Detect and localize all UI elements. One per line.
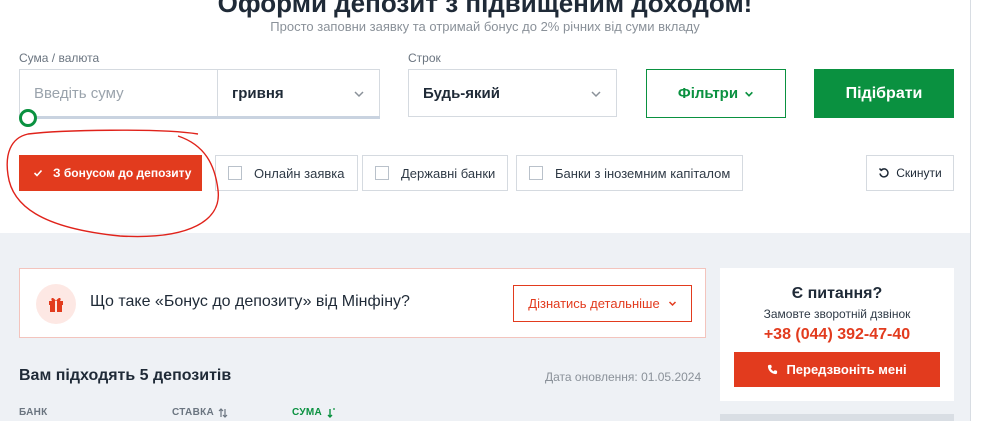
reset-button[interactable]: Скинути: [866, 155, 954, 191]
chevron-down-icon: [354, 91, 364, 98]
sort-icon: [218, 407, 228, 418]
term-value: Будь-який: [423, 84, 500, 102]
callback-button[interactable]: Передзвоніть мені: [734, 352, 940, 387]
column-header-rate[interactable]: СТАВКА: [172, 407, 228, 418]
column-rate-label: СТАВКА: [172, 407, 215, 418]
submit-button[interactable]: Підібрати: [814, 69, 954, 118]
chip-state-label: Державні банки: [401, 165, 496, 181]
scrollbar-gutter: [970, 0, 971, 421]
column-bank-label: БАНК: [19, 407, 48, 418]
updated-date: Дата оновлення: 01.05.2024: [545, 370, 702, 384]
column-header-bank[interactable]: БАНК: [19, 407, 48, 418]
callback-card: Є питання? Замовте зворотній дзвінок +38…: [720, 268, 954, 401]
reset-label: Скинути: [896, 166, 942, 180]
column-amount-label: СУМА: [292, 407, 323, 418]
chevron-down-icon: [591, 91, 601, 98]
amount-input[interactable]: [19, 69, 218, 117]
reset-icon: [879, 167, 889, 178]
hero-title: Оформи депозит з підвищеним доходом!: [217, 0, 753, 18]
callback-phone[interactable]: +38 (044) 392-47-40: [720, 326, 954, 344]
filters-label: Фільтри: [677, 85, 739, 102]
checkbox[interactable]: [375, 166, 389, 180]
term-select[interactable]: Будь-який: [408, 69, 617, 117]
bonus-info-banner: Що таке «Бонус до депозиту» від Мінфіну?…: [19, 268, 706, 338]
hero-subtitle: Просто заповни заявку та отримай бонус д…: [270, 19, 700, 34]
bonus-info-text: Що таке «Бонус до депозиту» від Мінфіну?: [90, 293, 410, 310]
amount-label: Сума / валюта: [19, 51, 100, 65]
learn-more-label: Дізнатись детальніше: [528, 296, 660, 311]
search-panel: Оформи депозит з підвищеним доходом! Про…: [0, 0, 970, 233]
checkbox[interactable]: [529, 166, 543, 180]
chip-online-application[interactable]: Онлайн заявка: [215, 155, 358, 191]
results-title: Вам підходять 5 депозитів: [19, 367, 232, 384]
chip-foreign-label: Банки з іноземним капіталом: [555, 165, 731, 181]
page-background: Оформи депозит з підвищеним доходом! Про…: [0, 0, 970, 421]
check-icon: [33, 169, 43, 177]
learn-more-button[interactable]: Дізнатись детальніше: [513, 285, 692, 322]
gift-badge: [36, 284, 76, 324]
callback-subtitle: Замовте зворотній дзвінок: [763, 307, 911, 321]
callback-button-label: Передзвоніть мені: [786, 362, 907, 377]
term-label: Строк: [408, 51, 441, 65]
chip-bonus-deposit[interactable]: З бонусом до депозиту: [19, 155, 202, 191]
callback-title: Є питання?: [791, 285, 883, 302]
chip-state-banks[interactable]: Державні банки: [362, 155, 509, 191]
next-card-placeholder: [720, 414, 954, 421]
chip-online-label: Онлайн заявка: [254, 165, 345, 181]
chevron-down-icon: [668, 301, 676, 307]
column-header-amount[interactable]: СУМА: [292, 407, 336, 418]
chip-foreign-banks[interactable]: Банки з іноземним капіталом: [516, 155, 744, 191]
checkbox[interactable]: [228, 166, 242, 180]
chevron-down-icon: [745, 91, 753, 97]
sort-desc-icon: [327, 407, 336, 418]
currency-value: гривня: [232, 84, 284, 102]
amount-slider-track[interactable]: [28, 116, 380, 119]
filters-button[interactable]: Фільтри: [646, 69, 786, 118]
phone-icon: [768, 364, 778, 375]
chip-bonus-label: З бонусом до депозиту: [53, 166, 192, 180]
gift-icon: [49, 297, 63, 312]
currency-select[interactable]: гривня: [217, 69, 380, 117]
amount-slider-handle[interactable]: [19, 109, 37, 127]
